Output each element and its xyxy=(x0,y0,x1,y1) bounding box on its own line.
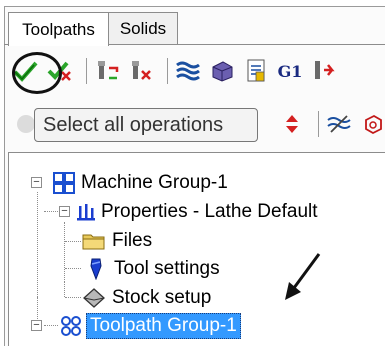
tree-connector xyxy=(64,282,66,297)
toolbar-separator xyxy=(167,58,168,84)
delete-tools-icon[interactable] xyxy=(127,57,155,85)
collapse-properties[interactable]: − xyxy=(59,206,70,217)
tree-connector xyxy=(65,297,81,299)
toolpath-group-icon xyxy=(61,316,81,336)
tooltip: Select all operations xyxy=(34,108,258,142)
tree-connector xyxy=(65,268,81,270)
stock-model-icon[interactable] xyxy=(208,57,236,85)
g1-icon[interactable]: G1 xyxy=(276,57,304,85)
wave-toolpath-icon[interactable] xyxy=(174,57,202,85)
tree-node-toolpath-group[interactable]: Toolpath Group-1 xyxy=(60,312,241,340)
files-label: Files xyxy=(112,230,153,251)
toolbar-separator xyxy=(318,111,319,137)
stock-display-icon[interactable] xyxy=(359,110,385,138)
report-icon[interactable] xyxy=(242,57,270,85)
tree-connector xyxy=(65,241,81,243)
tree-node-files[interactable]: Files xyxy=(82,227,152,255)
tab-solids[interactable]: Solids xyxy=(108,12,178,44)
annotation-arrow-icon xyxy=(285,253,321,300)
highlight-circle xyxy=(12,52,62,94)
tree-connector xyxy=(44,325,58,327)
tool-settings-icon xyxy=(90,258,102,280)
stock-setup-icon xyxy=(83,288,105,308)
stock-setup-label: Stock setup xyxy=(112,287,212,308)
collapse-toolpath-group[interactable]: − xyxy=(31,320,42,331)
tree-connector xyxy=(44,211,58,213)
post-output-icon[interactable] xyxy=(310,57,338,85)
collapse-machine-group[interactable]: − xyxy=(31,177,42,188)
display-toggle-icon[interactable] xyxy=(325,110,353,138)
tree-node-properties[interactable]: Properties - Lathe Default xyxy=(76,198,318,226)
machine-group-label: Machine Group-1 xyxy=(81,172,228,193)
folder-icon xyxy=(82,234,105,250)
tree-connector xyxy=(37,192,39,297)
machine-group-icon xyxy=(53,172,75,194)
move-down-icon[interactable] xyxy=(278,110,306,138)
properties-label: Properties - Lathe Default xyxy=(101,201,318,222)
regenerate-tools-icon[interactable] xyxy=(93,57,121,85)
tree-node-stock-setup[interactable]: Stock setup xyxy=(82,284,211,312)
toolpath-group-label: Toolpath Group-1 xyxy=(86,313,241,339)
tree-connector xyxy=(64,222,66,282)
tree-node-tool-settings[interactable]: Tool settings xyxy=(86,255,220,283)
toolbar-separator xyxy=(86,58,87,84)
tab-toolpaths[interactable]: Toolpaths xyxy=(8,12,109,46)
tool-settings-label: Tool settings xyxy=(114,258,220,279)
properties-icon xyxy=(77,204,95,221)
tree-node-machine-group[interactable]: Machine Group-1 xyxy=(53,169,228,197)
